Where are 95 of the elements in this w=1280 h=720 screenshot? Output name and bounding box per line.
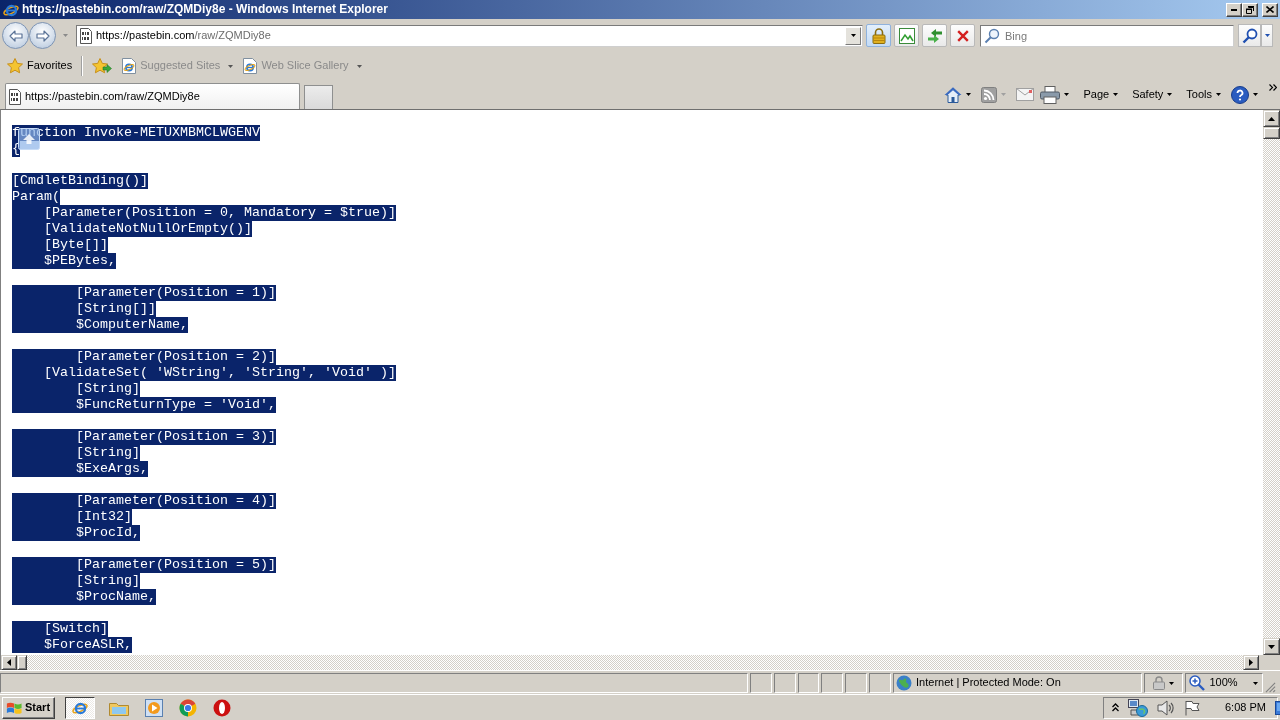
refresh-icon [925, 27, 944, 44]
speaker-icon[interactable] [1157, 699, 1175, 716]
network-icon[interactable] [1128, 698, 1148, 717]
document-icon [9, 88, 21, 105]
image-icon [898, 27, 915, 44]
scroll-down-button[interactable] [1263, 638, 1280, 655]
search-icon [984, 27, 1000, 44]
chevron-icon [1269, 84, 1277, 91]
restore-button[interactable] [1242, 2, 1258, 17]
caret-icon [1167, 93, 1173, 96]
help-icon [1231, 85, 1249, 104]
padlock-icon [871, 27, 886, 44]
search-icon [1241, 27, 1258, 44]
caret-icon [1113, 93, 1119, 96]
forward-button[interactable] [29, 22, 56, 49]
search-field[interactable]: Bing [980, 24, 1234, 47]
window-title: https://pastebin.com/raw/ZQMDiy8e - Windows Internet Explorer [22, 2, 388, 17]
globe-icon [896, 675, 913, 691]
caret-icon [1253, 93, 1258, 96]
document-icon [80, 27, 92, 44]
chevron-up-icon[interactable] [1112, 703, 1119, 712]
zoom-button[interactable]: 100% [1185, 673, 1263, 693]
caret-icon [62, 34, 68, 37]
new-tab-button[interactable] [304, 85, 333, 109]
address-dropdown-button[interactable] [845, 26, 861, 45]
menu-button[interactable]: Tools [1183, 83, 1224, 106]
feed-icon [981, 86, 998, 103]
help-button[interactable] [1228, 83, 1261, 106]
stop-button[interactable] [950, 24, 975, 47]
caret-icon [1064, 93, 1070, 96]
arrow-left-icon [7, 659, 11, 666]
status-panel [797, 673, 820, 693]
arrow-right-icon [1249, 659, 1253, 666]
arrow-down-icon [1268, 644, 1275, 649]
more-tools-button[interactable] [1269, 84, 1277, 91]
scroll-right-button[interactable] [1243, 655, 1259, 670]
refresh-button[interactable] [922, 24, 947, 47]
status-panel [821, 673, 844, 693]
start-button[interactable]: Start [2, 696, 56, 719]
caret-icon [850, 34, 856, 37]
home-icon [944, 86, 963, 103]
back-button[interactable] [2, 22, 29, 49]
compatibility-view-button[interactable] [894, 24, 919, 47]
arrow-left-icon [8, 29, 23, 42]
resize-grip-icon [1265, 682, 1276, 693]
favorites-button[interactable]: Favorites [4, 55, 76, 77]
caret-icon [228, 64, 234, 68]
caret-icon [356, 64, 362, 68]
caret-icon [1253, 681, 1258, 685]
scroll-thumb[interactable] [1263, 127, 1280, 139]
caret-icon [1001, 93, 1007, 96]
search-button[interactable] [1238, 24, 1261, 47]
star-icon [7, 58, 23, 74]
scroll-left-button[interactable] [1, 655, 17, 670]
padlock-icon [1153, 676, 1166, 690]
minimize-button[interactable] [1226, 2, 1242, 17]
caret-icon [1264, 34, 1270, 37]
status-panel [869, 673, 892, 693]
page-icon [243, 58, 258, 74]
close-icon [1266, 6, 1274, 13]
status-panel [845, 673, 868, 693]
close-button[interactable] [1262, 2, 1278, 17]
zone-status: Internet | Protected Mode: On [916, 676, 1061, 690]
play-icon[interactable] [145, 698, 164, 717]
caret-icon [1169, 681, 1175, 685]
clock[interactable]: 6:08 PM [1225, 700, 1266, 715]
search-options-button[interactable] [1261, 24, 1273, 47]
flag-logo-icon [6, 700, 22, 715]
menu-button[interactable]: Safety [1129, 83, 1176, 106]
caret-icon [966, 93, 972, 96]
arrow-up-icon [1268, 116, 1275, 121]
arrow-right-icon [35, 29, 50, 42]
address-field[interactable]: https://pastebin.com/raw/ZQMDiy8e [76, 24, 863, 47]
minimize-icon [1231, 8, 1237, 11]
status-panel [773, 673, 796, 693]
printer-icon [1040, 85, 1061, 104]
security-lock-button[interactable] [866, 24, 891, 47]
menu-button[interactable]: Page [1080, 83, 1122, 106]
browser-tab[interactable]: https://pastebin.com/raw/ZQMDiy8e [5, 83, 300, 109]
restore-icon [1246, 5, 1254, 14]
zoom-icon [1189, 675, 1206, 691]
color-wheel-icon[interactable] [179, 698, 198, 717]
mail-icon [1016, 88, 1035, 101]
page-icon [122, 58, 137, 74]
horizontal-scrollbar[interactable] [1, 655, 1259, 670]
scroll-thumb[interactable] [17, 655, 27, 670]
flag-icon[interactable] [1184, 699, 1200, 716]
caret-icon [1216, 93, 1221, 96]
scroll-up-button[interactable] [1263, 110, 1280, 127]
stop-icon [956, 29, 969, 42]
vertical-scrollbar[interactable] [1263, 110, 1280, 655]
ring-icon[interactable] [213, 698, 232, 717]
star-arrow-icon [92, 58, 113, 74]
lock-dropdown-button[interactable] [1143, 673, 1184, 693]
taskbar-button[interactable] [65, 696, 96, 719]
